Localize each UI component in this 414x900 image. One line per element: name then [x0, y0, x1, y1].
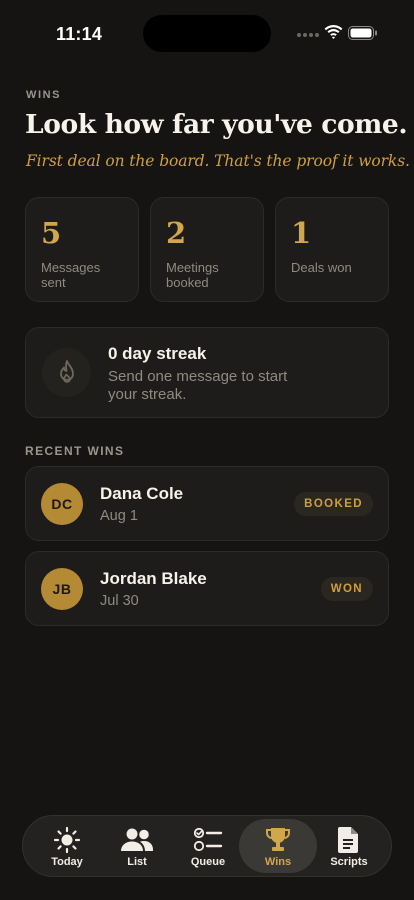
dynamic-island: [143, 15, 271, 52]
stat-label: Deals won: [291, 260, 352, 275]
win-date: Aug 1: [100, 508, 138, 524]
stat-value: 2: [166, 216, 187, 250]
page-title: Look how far you've come.: [25, 109, 408, 140]
streak-subtitle: Send one message to start your streak.: [108, 368, 288, 403]
streak-title: 0 day streak: [108, 344, 207, 363]
recent-wins-heading: RECENT WINS: [25, 444, 125, 458]
battery-icon: [348, 26, 377, 40]
trophy-icon: [264, 825, 292, 855]
page-eyebrow: WINS: [26, 89, 62, 101]
stats-row: 5 Messages sent 2 Meetings booked 1 Deal…: [25, 197, 389, 302]
status-badge: BOOKED: [294, 492, 373, 516]
status-badge: WON: [320, 577, 373, 601]
tab-today[interactable]: Today: [28, 819, 106, 873]
avatar: DC: [41, 483, 83, 525]
status-time: 11:14: [56, 24, 103, 44]
win-item-dana-cole[interactable]: DC Dana Cole Aug 1 BOOKED: [25, 466, 389, 541]
stat-card-messages: 5 Messages sent: [25, 197, 139, 302]
win-name: Dana Cole: [100, 484, 184, 503]
tab-label: List: [127, 856, 147, 868]
tab-wins[interactable]: Wins: [239, 819, 317, 873]
tab-label: Queue: [190, 856, 226, 868]
stat-value: 5: [41, 216, 62, 250]
tab-label: Wins: [264, 856, 292, 868]
people-icon: [120, 825, 154, 855]
tab-list[interactable]: List: [98, 819, 176, 873]
flame-icon: [42, 348, 91, 397]
tab-scripts[interactable]: Scripts: [310, 819, 388, 873]
cellular-signal-icon: [297, 33, 319, 37]
win-date: Jul 30: [100, 593, 139, 609]
tab-queue[interactable]: Queue: [169, 819, 247, 873]
stat-card-meetings: 2 Meetings booked: [150, 197, 264, 302]
tab-bar: Today List Queue Wins Scripts: [22, 815, 392, 877]
stat-card-deals: 1 Deals won: [275, 197, 389, 302]
stat-value: 1: [291, 216, 312, 250]
streak-card: 0 day streak Send one message to start y…: [25, 327, 389, 418]
sun-icon: [53, 825, 81, 855]
page-subtitle: First deal on the board. That's the proo…: [26, 152, 410, 170]
wifi-icon: [324, 25, 343, 39]
avatar: JB: [41, 568, 83, 610]
tab-label: Scripts: [330, 856, 368, 868]
stat-label: Meetings booked: [166, 260, 219, 290]
checklist-icon: [193, 825, 223, 855]
tab-label: Today: [51, 856, 83, 868]
win-name: Jordan Blake: [100, 569, 207, 588]
stat-label: Messages sent: [41, 260, 101, 290]
document-icon: [337, 825, 361, 855]
win-item-jordan-blake[interactable]: JB Jordan Blake Jul 30 WON: [25, 551, 389, 626]
status-bar: 11:14: [0, 0, 414, 64]
